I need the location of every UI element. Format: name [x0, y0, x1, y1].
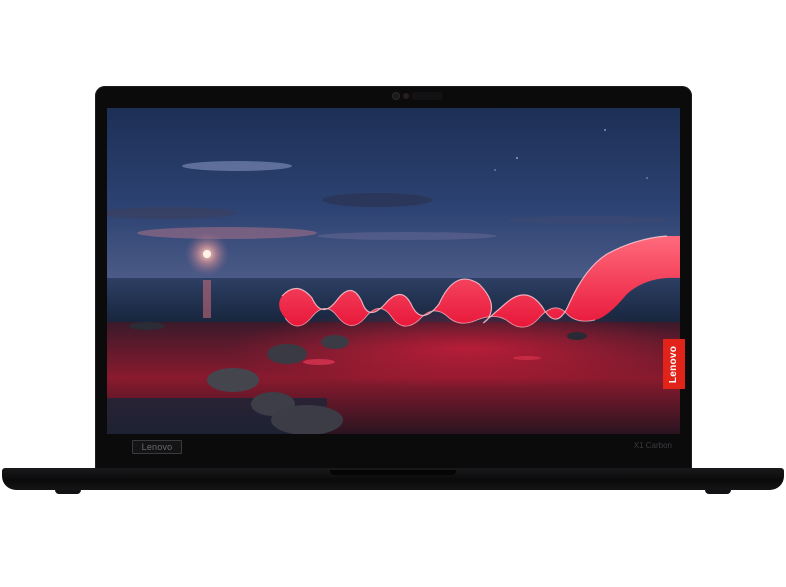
wallpaper-art: [107, 129, 680, 434]
rubber-foot-right: [705, 490, 731, 494]
brand-tag: Lenovo: [663, 339, 685, 389]
hinge-lip: [330, 470, 456, 475]
laptop: Lenovo X1 Carbon Lenovo: [0, 0, 786, 587]
bezel-brand-logo: Lenovo: [132, 440, 182, 454]
camera-lens-icon: [393, 93, 399, 99]
camera-led-icon: [403, 93, 409, 99]
brand-tag-label: Lenovo: [668, 345, 680, 383]
bezel-model-label: X1 Carbon: [633, 441, 672, 450]
privacy-shutter: [412, 92, 442, 100]
webcam: [300, 90, 450, 102]
rubber-foot-left: [55, 490, 81, 494]
screen-wallpaper: [107, 108, 680, 434]
